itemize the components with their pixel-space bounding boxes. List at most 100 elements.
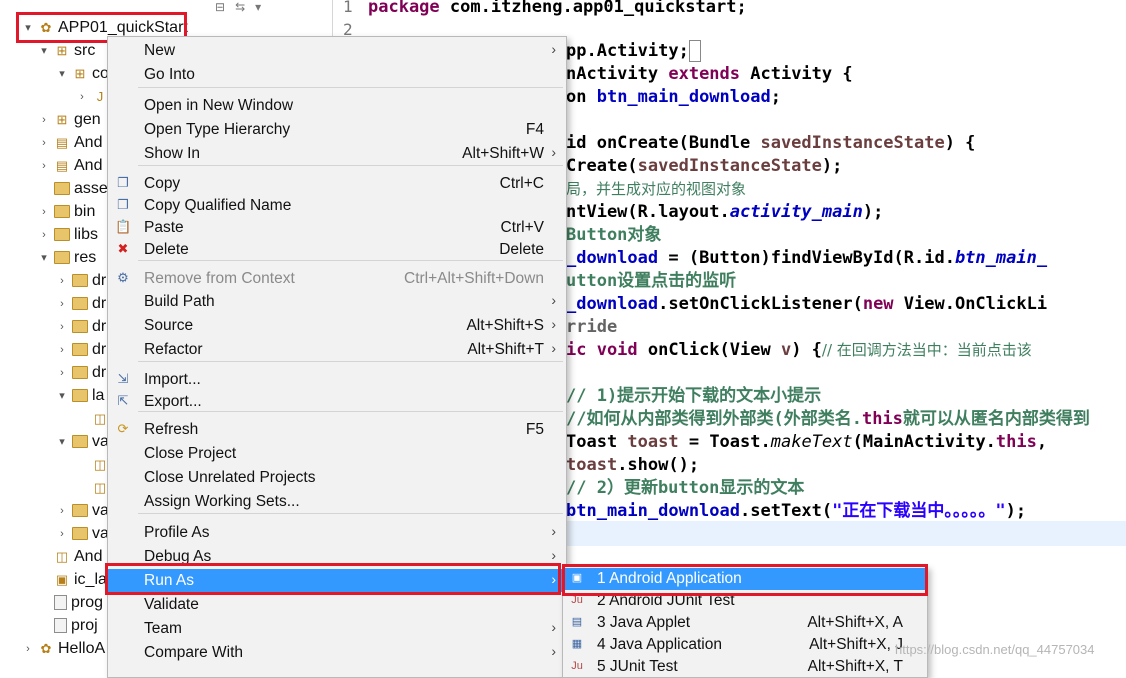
expand-arrow-icon[interactable]: › bbox=[38, 114, 50, 126]
menu-item-label: Source bbox=[144, 317, 194, 334]
menu-item-show-in[interactable]: Show In Alt+Shift+W › bbox=[108, 142, 566, 165]
menu-item-build-path[interactable]: Build Path › bbox=[108, 290, 566, 313]
tree-item-label: src bbox=[74, 41, 96, 59]
tree-item[interactable]: › dr bbox=[56, 292, 106, 315]
tree-item[interactable]: › ✿ HelloA bbox=[22, 637, 105, 660]
menu-item-copy[interactable]: ❐ Copy Ctrl+C bbox=[108, 172, 566, 195]
code-line: ntView(R.layout.activity_main); bbox=[566, 202, 884, 222]
submenu-item-3-java-applet[interactable]: ▤ 3 Java Applet Alt+Shift+X, A bbox=[563, 612, 927, 634]
menu-item-label: Refactor bbox=[144, 341, 203, 358]
expand-arrow-icon[interactable]: ▾ bbox=[56, 389, 68, 402]
tree-item[interactable]: ▾ la bbox=[56, 384, 104, 407]
code-line: id onCreate(Bundle savedInstanceState) { bbox=[566, 133, 976, 153]
menu-item-compare-with[interactable]: Compare With › bbox=[108, 641, 566, 664]
submenu-item-4-java-application[interactable]: ▦ 4 Java Application Alt+Shift+X, J bbox=[563, 634, 927, 656]
code-line: _download.setOnClickListener(new View.On… bbox=[566, 294, 1048, 314]
expand-arrow-icon[interactable]: › bbox=[38, 160, 50, 172]
menu-item-label: Open in New Window bbox=[144, 97, 294, 114]
expand-arrow-icon[interactable]: › bbox=[56, 275, 68, 287]
expand-arrow-icon[interactable]: › bbox=[22, 643, 34, 655]
xml-file-icon: ◫ bbox=[93, 411, 107, 426]
tree-item[interactable]: › ▤ And bbox=[38, 154, 102, 177]
menu-item-open-in-new-window[interactable]: Open in New Window bbox=[108, 94, 566, 117]
folder-icon bbox=[72, 389, 88, 402]
tree-item[interactable]: › dr bbox=[56, 338, 106, 361]
tree-item[interactable]: ◫ And bbox=[38, 545, 103, 568]
menu-item-team[interactable]: Team › bbox=[108, 617, 566, 640]
view-menu-icon[interactable]: ▾ bbox=[255, 0, 261, 14]
tree-item[interactable]: asse bbox=[38, 177, 108, 200]
expand-arrow-icon[interactable]: ▾ bbox=[38, 251, 50, 264]
link-editor-icon[interactable]: ⇆ bbox=[235, 0, 245, 14]
menu-item-open-type-hierarchy[interactable]: Open Type Hierarchy F4 bbox=[108, 118, 566, 141]
menu-item-go-into[interactable]: Go Into bbox=[108, 63, 566, 86]
submenu-arrow-icon: › bbox=[551, 144, 556, 160]
tree-item[interactable]: ▣ ic_la bbox=[38, 568, 107, 591]
folder-icon bbox=[72, 343, 88, 356]
folder-icon bbox=[72, 435, 88, 448]
tree-item[interactable]: › va bbox=[56, 522, 109, 545]
library-icon: ▤ bbox=[55, 158, 69, 173]
menu-item-refresh[interactable]: ⟳ Refresh F5 bbox=[108, 418, 566, 441]
menu-item-profile-as[interactable]: Profile As › bbox=[108, 521, 566, 544]
expand-arrow-icon[interactable]: › bbox=[56, 321, 68, 333]
submenu-arrow-icon: › bbox=[551, 643, 556, 659]
menu-item-assign-working-sets[interactable]: Assign Working Sets... bbox=[108, 490, 566, 513]
tree-item[interactable]: › ⊞ gen bbox=[38, 108, 101, 131]
tree-item[interactable]: ▾ res bbox=[38, 246, 96, 269]
tree-item[interactable]: › va bbox=[56, 499, 109, 522]
expand-arrow-icon[interactable]: › bbox=[76, 91, 88, 103]
menu-item-source[interactable]: Source Alt+Shift+S › bbox=[108, 314, 566, 337]
tree-item[interactable]: › libs bbox=[38, 223, 98, 246]
code-line: pp.Activity; bbox=[566, 40, 702, 63]
menu-item-import[interactable]: ⇲ Import... bbox=[108, 368, 566, 391]
menu-item-export[interactable]: ⇱ Export... bbox=[108, 390, 566, 413]
menu-item-label: New bbox=[144, 42, 176, 59]
tree-item[interactable]: › dr bbox=[56, 269, 106, 292]
tree-item[interactable]: ▾ ⊞ co bbox=[56, 62, 109, 85]
menu-item-label: Show In bbox=[144, 145, 201, 162]
menu-item-shortcut: Alt+Shift+W bbox=[462, 145, 544, 162]
menu-item-close-project[interactable]: Close Project bbox=[108, 442, 566, 465]
explorer-toolbar: ⊟ ⇆ ▾ bbox=[215, 0, 261, 14]
expand-arrow-icon[interactable]: ▾ bbox=[38, 44, 50, 57]
menu-item-delete[interactable]: ✖ Delete Delete bbox=[108, 238, 566, 261]
tree-item[interactable]: › bin bbox=[38, 200, 95, 223]
menu-item-copy-qualified-name[interactable]: ❐ Copy Qualified Name bbox=[108, 194, 566, 217]
expand-arrow-icon[interactable]: › bbox=[56, 528, 68, 540]
import-icon: ⇲ bbox=[117, 371, 129, 386]
menu-item-paste[interactable]: 📋 Paste Ctrl+V bbox=[108, 216, 566, 239]
expand-arrow-icon[interactable]: › bbox=[38, 137, 50, 149]
tree-item[interactable]: proj bbox=[38, 614, 98, 637]
package-folder-icon: ⊞ bbox=[56, 112, 68, 127]
expand-arrow-icon[interactable]: › bbox=[38, 229, 50, 241]
expand-arrow-icon[interactable]: ▾ bbox=[56, 67, 68, 80]
expand-arrow-icon[interactable]: › bbox=[56, 367, 68, 379]
tree-item[interactable]: › ▤ And bbox=[38, 131, 102, 154]
collapse-all-icon[interactable]: ⊟ bbox=[215, 0, 225, 14]
code-comment: // 2）更新button显示的文本 bbox=[566, 478, 805, 498]
menu-item-label: Remove from Context bbox=[144, 270, 295, 287]
menu-item-close-unrelated-projects[interactable]: Close Unrelated Projects bbox=[108, 466, 566, 489]
expand-arrow-icon[interactable]: › bbox=[56, 344, 68, 356]
menu-item-refactor[interactable]: Refactor Alt+Shift+T › bbox=[108, 338, 566, 361]
code-comment: 局，并生成对应的视图对象 bbox=[566, 180, 747, 198]
remove-context-icon: ⚙ bbox=[117, 270, 129, 285]
tree-item-label: proj bbox=[71, 616, 98, 634]
tree-item[interactable]: ▾ va bbox=[56, 430, 109, 453]
menu-item-label: Close Project bbox=[144, 445, 237, 462]
menu-item-shortcut: Ctrl+Alt+Shift+Down bbox=[404, 270, 544, 287]
tree-item[interactable]: prog bbox=[38, 591, 103, 614]
expand-arrow-icon[interactable]: › bbox=[38, 206, 50, 218]
submenu-item-5-junit-test[interactable]: Ju 5 JUnit Test Alt+Shift+X, T bbox=[563, 656, 927, 678]
folder-icon bbox=[72, 297, 88, 310]
tree-item-label: HelloA bbox=[58, 639, 106, 657]
tree-item[interactable]: › dr bbox=[56, 315, 106, 338]
folder-icon bbox=[72, 274, 88, 287]
expand-arrow-icon[interactable]: › bbox=[56, 298, 68, 310]
menu-item-new[interactable]: New › bbox=[108, 39, 566, 62]
expand-arrow-icon[interactable]: › bbox=[56, 505, 68, 517]
menu-item-validate[interactable]: Validate bbox=[108, 593, 566, 616]
expand-arrow-icon[interactable]: ▾ bbox=[56, 435, 68, 448]
tree-item[interactable]: › dr bbox=[56, 361, 106, 384]
